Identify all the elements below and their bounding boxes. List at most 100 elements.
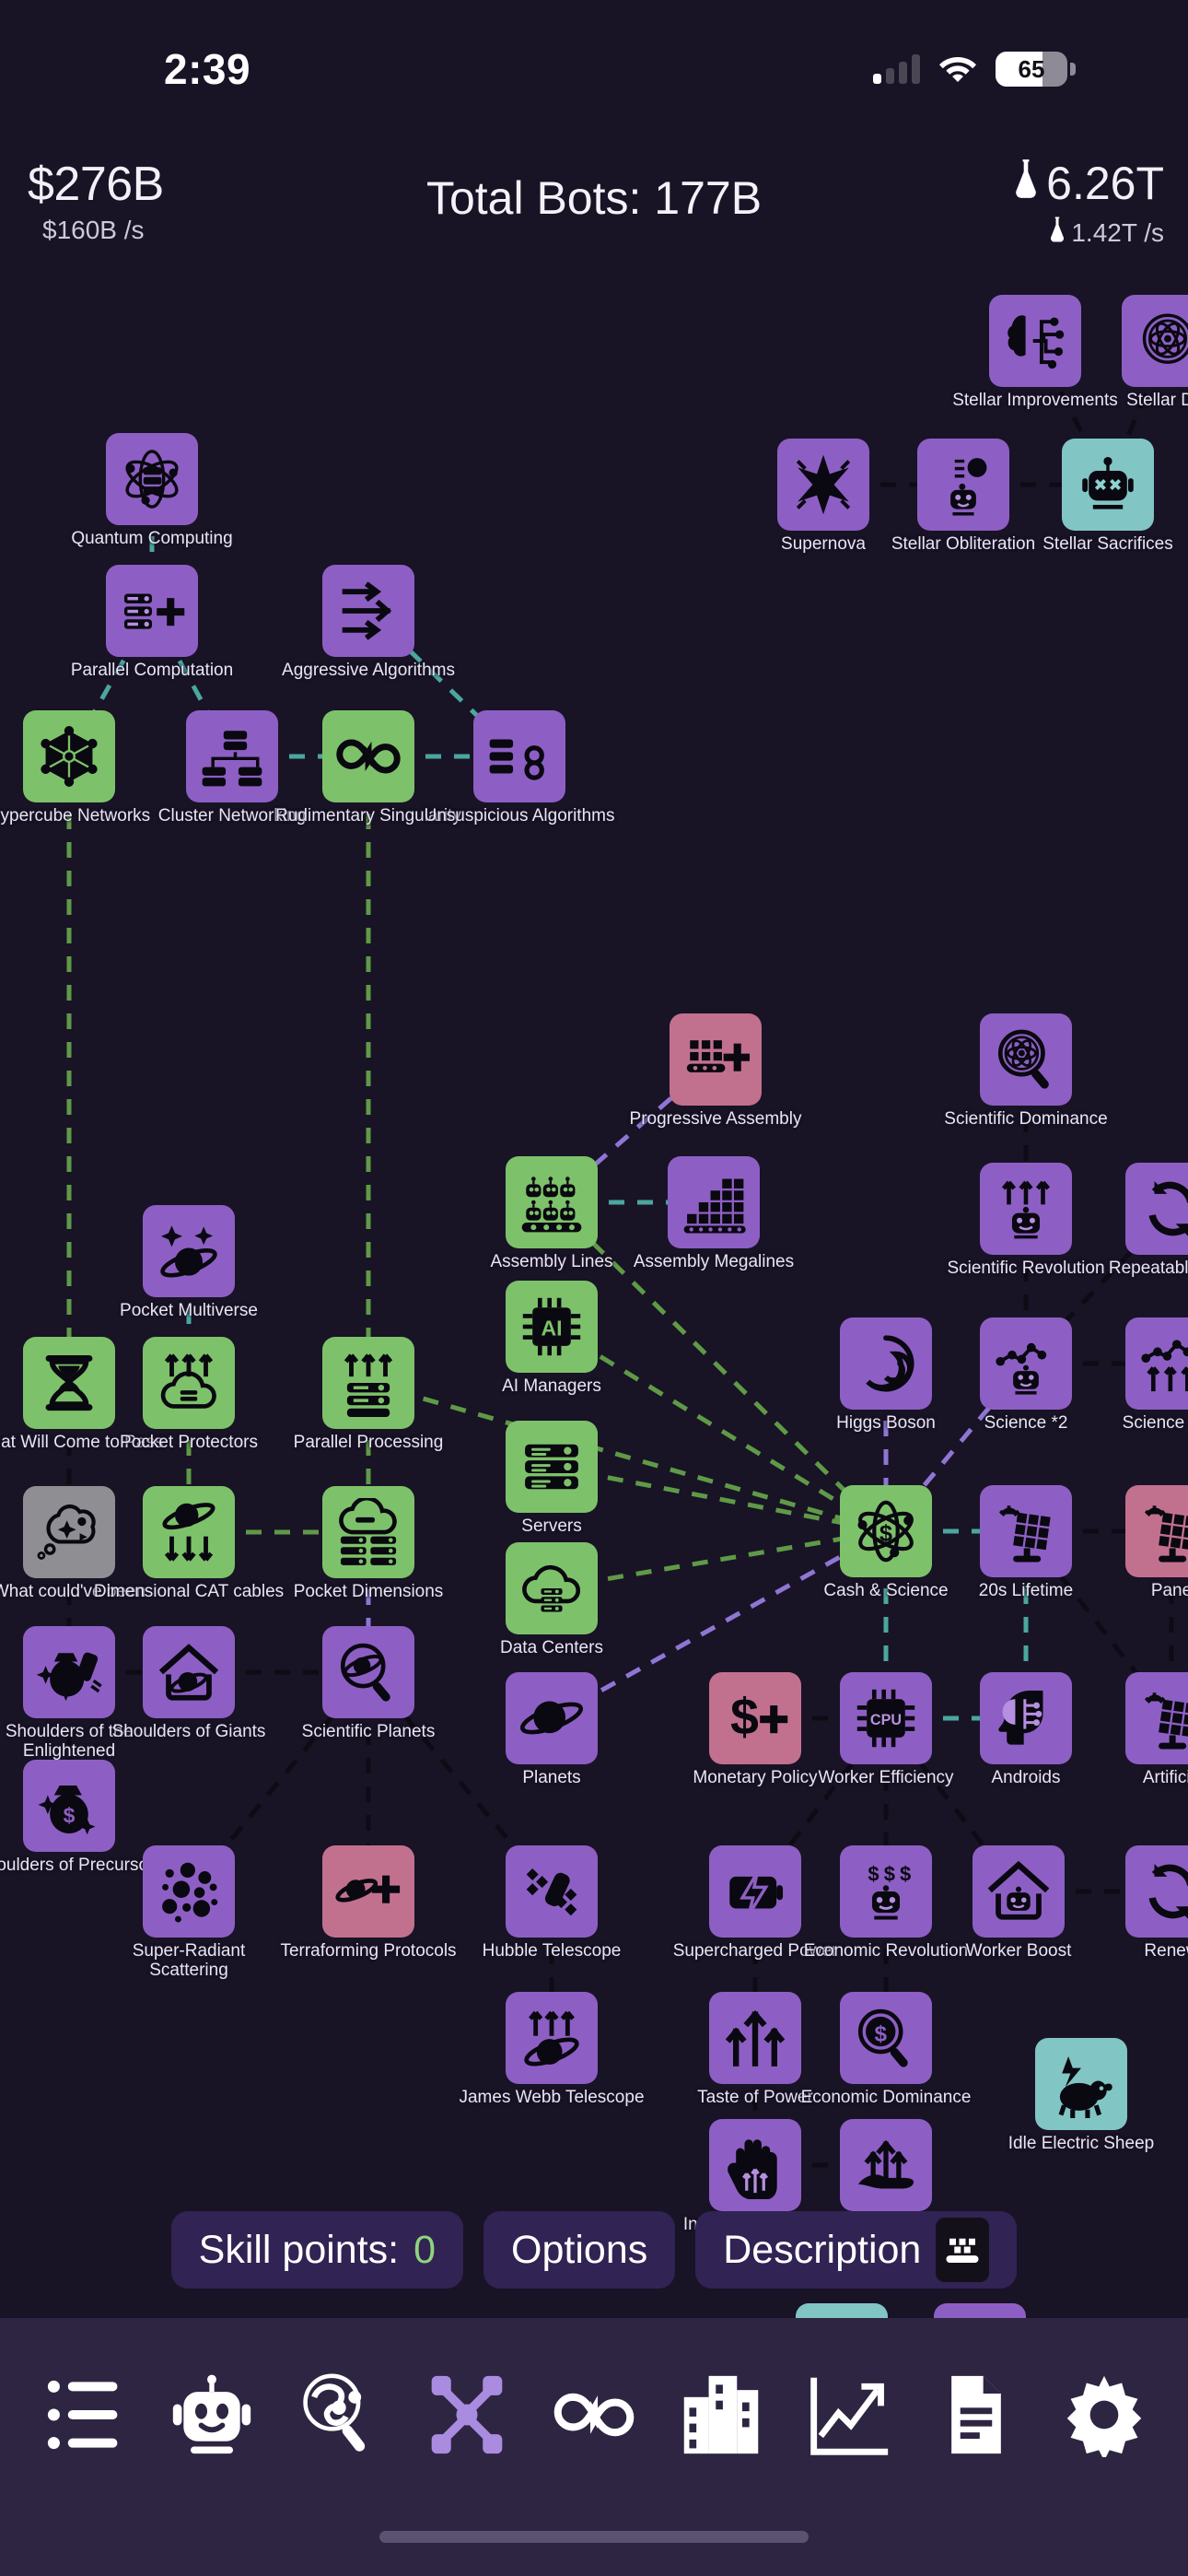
tech-tree[interactable]: Stellar ImprovementsStellar DorSupernova… — [0, 267, 1188, 2524]
server-infinity-icon — [473, 710, 565, 802]
server-up-icon — [322, 1337, 414, 1429]
buildings-icon — [679, 2372, 763, 2462]
house-planet-icon — [143, 1626, 235, 1718]
svg-text:AI: AI — [541, 1316, 562, 1340]
options-button[interactable]: Options — [483, 2211, 676, 2289]
status-bar: 2:39 65 — [0, 0, 1188, 101]
star-burst-icon — [777, 439, 869, 531]
bottom-nav-nav-infinity[interactable] — [540, 2362, 648, 2471]
ai-chip-icon: AI — [506, 1281, 598, 1373]
money-bag-icon: $ — [23, 1760, 115, 1852]
dollar-plus-icon: $ — [709, 1672, 801, 1764]
options-label: Options — [511, 2227, 648, 2272]
app-screen: 2:39 65 $276B $160B /s Total Bots: 177B … — [0, 0, 1188, 2576]
gear-icon — [1062, 2372, 1147, 2462]
money-bag-scroll-icon — [23, 1626, 115, 1718]
robot-money-icon: $ $ $ — [840, 1845, 932, 1938]
resource-header: $276B $160B /s Total Bots: 177B 6.26T 1.… — [0, 157, 1188, 267]
nav-icon-row — [0, 2338, 1188, 2495]
dollar-magnifier-icon: $ — [840, 1992, 932, 2084]
arrows-up-icon — [709, 1992, 801, 2084]
list-icon — [41, 2372, 126, 2462]
skill-tree-icon — [425, 2372, 509, 2462]
flask-icon — [1013, 157, 1039, 210]
head-circuit-icon — [980, 1672, 1072, 1764]
atom-dollar-icon: $ — [840, 1485, 932, 1577]
svg-text:$: $ — [879, 1520, 892, 1546]
assembly-mega-icon — [668, 1156, 760, 1248]
hand-arrows-icon — [709, 2119, 801, 2211]
cellular-bars-icon — [873, 54, 920, 84]
svg-text:CPU: CPU — [870, 1712, 902, 1728]
chart-robot-icon — [980, 1317, 1072, 1410]
total-bots: Total Bots: 177B — [425, 172, 763, 224]
refresh-cycle-icon — [1125, 1163, 1188, 1255]
document-icon — [934, 2372, 1019, 2462]
atom-magnifier-icon — [980, 1013, 1072, 1106]
bottom-nav-nav-settings[interactable] — [1050, 2362, 1159, 2471]
description-button[interactable]: Description — [695, 2211, 1018, 2289]
status-indicators: 65 — [873, 52, 1076, 87]
bottom-nav-nav-company[interactable] — [667, 2362, 775, 2471]
robot-sun-icon — [917, 439, 1009, 531]
assembly-plus-icon — [670, 1013, 762, 1106]
wifi-icon — [938, 53, 977, 87]
svg-text:$: $ — [868, 1862, 879, 1885]
bottom-nav-nav-bots[interactable] — [157, 2362, 266, 2471]
flask-small-icon — [1049, 216, 1066, 250]
description-label: Description — [723, 2227, 922, 2272]
science-rate-row: 1.42T /s — [1013, 216, 1164, 250]
svg-text:$: $ — [900, 1862, 911, 1885]
skill-points-value: 0 — [413, 2227, 437, 2272]
planet-plus-icon — [322, 1845, 414, 1938]
cloud-up-icon — [143, 1337, 235, 1429]
atom-shield-icon — [1122, 295, 1188, 387]
hypercube-icon — [23, 710, 115, 802]
robot-dead-icon — [1062, 439, 1154, 531]
bottom-nav-nav-stats[interactable] — [795, 2362, 903, 2471]
planet-magnifier-icon — [322, 1626, 414, 1718]
spiral-icon — [840, 1317, 932, 1410]
scatter-dots-icon — [143, 1845, 235, 1938]
solar-panel-icon — [980, 1485, 1072, 1577]
solar-panel-icon — [1125, 1485, 1188, 1577]
bottom-nav-nav-research[interactable] — [285, 2362, 393, 2471]
robot-icon — [169, 2372, 254, 2462]
science-display: 6.26T 1.42T /s — [1013, 157, 1164, 250]
thought-cloud-icon — [23, 1486, 115, 1578]
planet-icon — [506, 1672, 598, 1764]
robot-arrows-up-icon — [980, 1163, 1072, 1255]
chart-arrows-icon — [1125, 1317, 1188, 1410]
action-button-row: Skill points: 0 Options Description — [0, 2211, 1188, 2289]
bottom-nav-nav-list[interactable] — [29, 2362, 138, 2471]
planet-sparkle-icon — [143, 1205, 235, 1297]
cloud-server-icon — [506, 1542, 598, 1634]
skill-points-label: Skill points: — [198, 2227, 400, 2272]
infinity-icon — [322, 710, 414, 802]
research-icon — [297, 2372, 381, 2462]
planet-up-icon — [506, 1992, 598, 2084]
hand-up-arrows-icon — [840, 2119, 932, 2211]
brain-circuit-icon — [989, 295, 1081, 387]
solar-panel-icon — [1125, 1672, 1188, 1764]
infinity-icon — [552, 2372, 636, 2462]
house-robot-icon — [973, 1845, 1065, 1938]
bottom-navigation — [0, 2318, 1188, 2576]
bottom-nav-nav-skilltree[interactable] — [413, 2362, 521, 2471]
arrows-right-icon — [322, 565, 414, 657]
hourglass-icon — [23, 1337, 115, 1429]
bottom-nav-nav-news[interactable] — [922, 2362, 1031, 2471]
refresh-cycle-icon — [1125, 1845, 1188, 1938]
svg-text:$: $ — [884, 1862, 895, 1885]
cpu-icon: CPU — [840, 1672, 932, 1764]
science-amount-row: 6.26T — [1013, 157, 1164, 210]
svg-text:$: $ — [874, 2021, 887, 2046]
science-amount: 6.26T — [1046, 158, 1164, 209]
skill-points-button[interactable]: Skill points: 0 — [170, 2211, 464, 2289]
atom-server-icon — [106, 433, 198, 525]
electric-sheep-icon — [1035, 2038, 1127, 2130]
science-rate: 1.42T /s — [1071, 217, 1164, 247]
cloud-servers-icon — [322, 1486, 414, 1578]
status-time: 2:39 — [164, 45, 251, 93]
battery-percent: 65 — [1018, 55, 1045, 83]
